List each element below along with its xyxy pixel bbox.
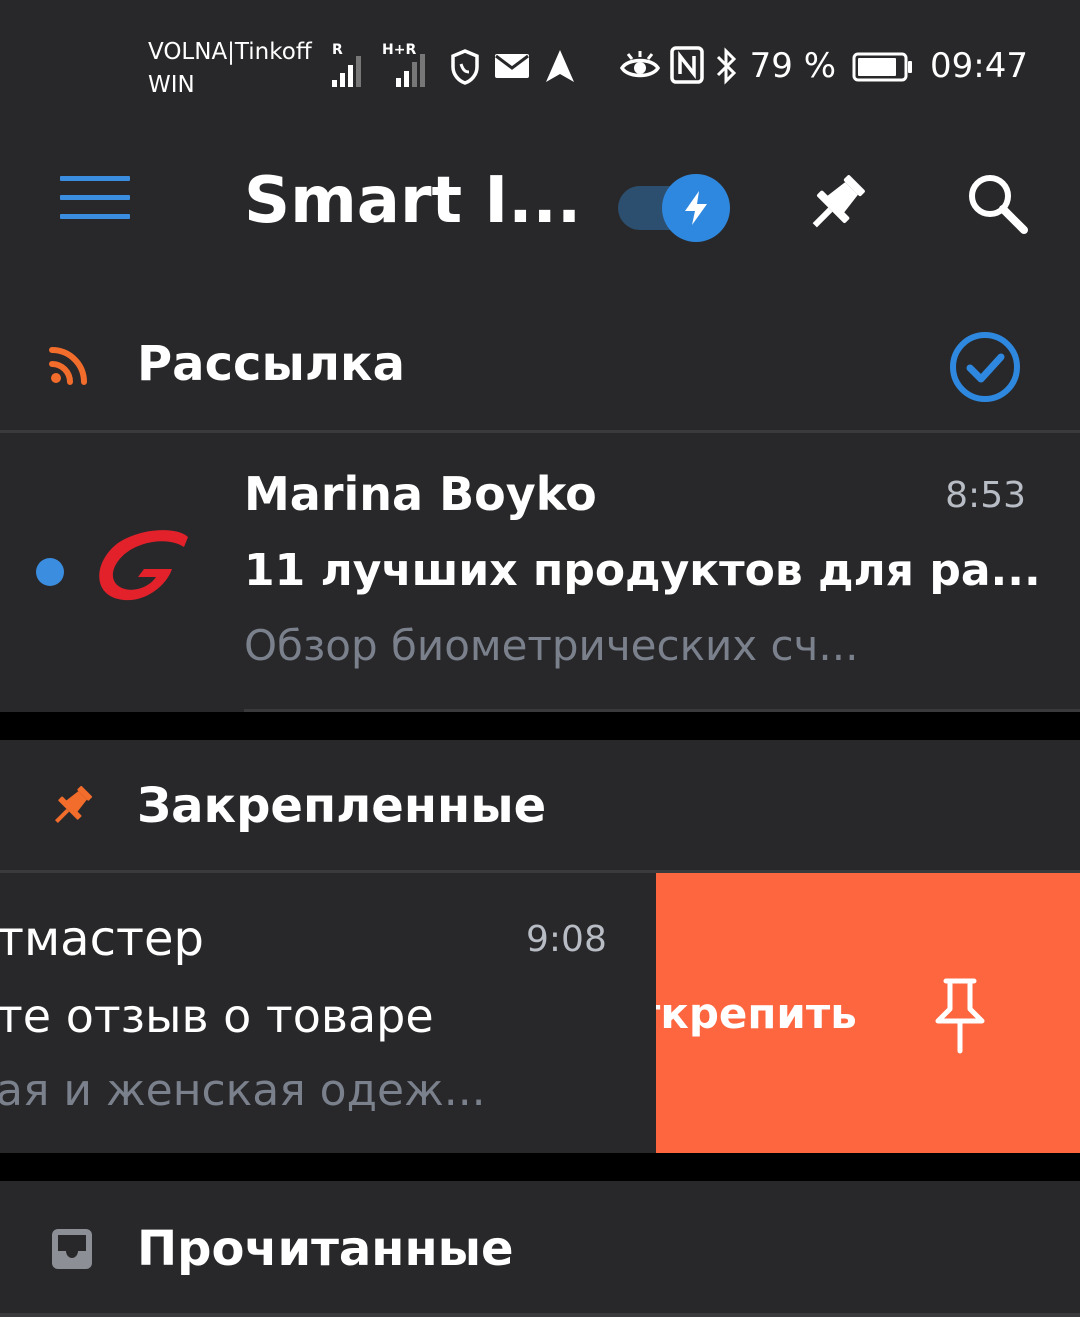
section-title: Прочитанные: [137, 1221, 514, 1277]
section-gap: [0, 712, 1080, 740]
pin-button[interactable]: [800, 168, 872, 240]
clock: 09:47: [930, 46, 1028, 86]
nfc-icon: [669, 46, 704, 86]
menu-button[interactable]: [60, 176, 130, 226]
eye-icon: [619, 46, 660, 86]
inbox-icon: [50, 1227, 94, 1275]
search-icon: [969, 175, 1028, 234]
sender-logo-icon: [99, 530, 188, 601]
divider: [0, 1313, 1080, 1317]
search-button[interactable]: [962, 168, 1034, 240]
battery-icon: [852, 46, 914, 86]
unread-indicator: [36, 558, 64, 586]
smart-mode-toggle[interactable]: [618, 174, 730, 244]
section-pinned-header[interactable]: Закрепленные: [0, 740, 1080, 870]
section-title: Рассылка: [137, 336, 406, 392]
signal-icon: R: [330, 42, 368, 88]
carrier-line-2: WIN: [148, 72, 195, 98]
signal-icon: H+R: [382, 42, 436, 88]
message-item[interactable]: тмастер 9:08 те отзыв о товаре ая и женс…: [0, 873, 1080, 1153]
message-subject: 11 лучших продуктов для ра...: [244, 545, 1041, 596]
message-time: 8:53: [945, 475, 1026, 516]
unpin-label: ткрепить: [656, 989, 857, 1038]
check-circle-icon: [950, 332, 1020, 402]
section-gap: [0, 1153, 1080, 1181]
rss-icon: [48, 346, 94, 390]
bluetooth-icon: [714, 46, 740, 86]
message-preview: ая и женская одеж...: [0, 1065, 486, 1116]
section-mailing-header[interactable]: Рассылка: [0, 296, 1080, 430]
sender-name: тмастер: [0, 911, 204, 967]
mail-icon: [494, 48, 530, 88]
battery-percent: 79 %: [749, 46, 837, 86]
message-subject: те отзыв о товаре: [0, 989, 434, 1043]
message-preview: Обзор биометрических сч...: [244, 621, 859, 670]
location-arrow-icon: [544, 48, 576, 88]
pin-icon: [48, 782, 96, 834]
toggle-knob: [662, 174, 730, 242]
unpin-swipe-action[interactable]: ткрепить: [656, 873, 1080, 1153]
section-read-header[interactable]: Прочитанные: [0, 1181, 1080, 1317]
message-time: 9:08: [526, 919, 607, 960]
unpin-icon: [928, 975, 992, 1055]
pin-icon: [812, 175, 865, 228]
lightning-icon: [685, 191, 707, 225]
sender-name: Marina Boyko: [244, 467, 597, 521]
status-icons-left: R H+R: [330, 42, 576, 88]
shield-icon: [450, 48, 480, 88]
avatar: [86, 521, 198, 613]
message-item[interactable]: Marina Boyko 8:53 11 лучших продуктов дл…: [0, 433, 1080, 712]
app-bar: Smart I...: [0, 136, 1080, 296]
app-title: Smart I...: [244, 164, 582, 238]
hamburger-icon: [60, 176, 130, 219]
section-title: Закрепленные: [137, 778, 547, 834]
carrier-line-1: VOLNA|Tinkoff: [148, 39, 312, 65]
status-icons-right: 79 % 09:47: [619, 44, 1028, 88]
status-bar: VOLNA|Tinkoff WIN R H+R 79 % 09:47: [0, 0, 1080, 136]
mark-all-read-button[interactable]: [948, 330, 1022, 404]
carrier-name: VOLNA|Tinkoff WIN: [148, 36, 312, 102]
